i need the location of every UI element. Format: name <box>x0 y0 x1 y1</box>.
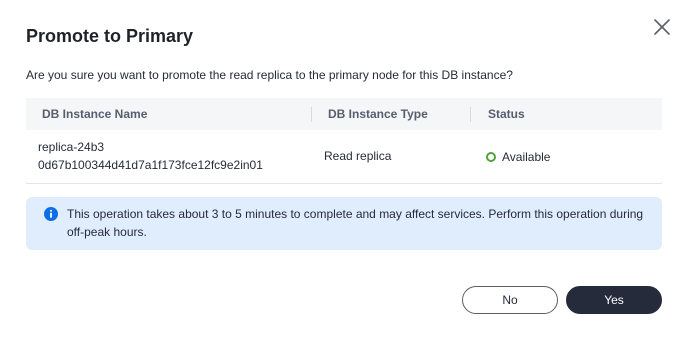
yes-button[interactable]: Yes <box>566 286 662 314</box>
instance-id: 0d67b100344d41d7a1f173fce12fc9e2in01 <box>38 158 263 172</box>
dialog-title: Promote to Primary <box>26 26 194 46</box>
column-divider <box>311 107 312 122</box>
instance-status: Available <box>486 148 550 166</box>
confirmation-question: Are you sure you want to promote the rea… <box>26 68 513 82</box>
notice-text: This operation takes about 3 to 5 minute… <box>67 207 644 239</box>
column-header-name: DB Instance Name <box>42 107 148 121</box>
instance-table: DB Instance Name DB Instance Type Status… <box>26 98 662 184</box>
close-icon[interactable] <box>651 16 673 38</box>
table-row: replica-24b3 0d67b100344d41d7a1f173fce12… <box>26 130 662 184</box>
status-available-icon <box>486 151 496 162</box>
instance-type: Read replica <box>324 149 392 163</box>
promote-to-primary-dialog: Promote to Primary Are you sure you want… <box>0 0 688 341</box>
column-header-status: Status <box>488 107 525 121</box>
table-header: DB Instance Name DB Instance Type Status <box>26 98 662 130</box>
column-divider <box>470 107 471 122</box>
status-label: Available <box>502 150 551 164</box>
info-notice: This operation takes about 3 to 5 minute… <box>26 197 662 250</box>
column-header-type: DB Instance Type <box>328 107 428 121</box>
no-button[interactable]: No <box>462 286 558 314</box>
info-icon <box>44 207 58 221</box>
instance-name: replica-24b3 <box>38 140 105 154</box>
